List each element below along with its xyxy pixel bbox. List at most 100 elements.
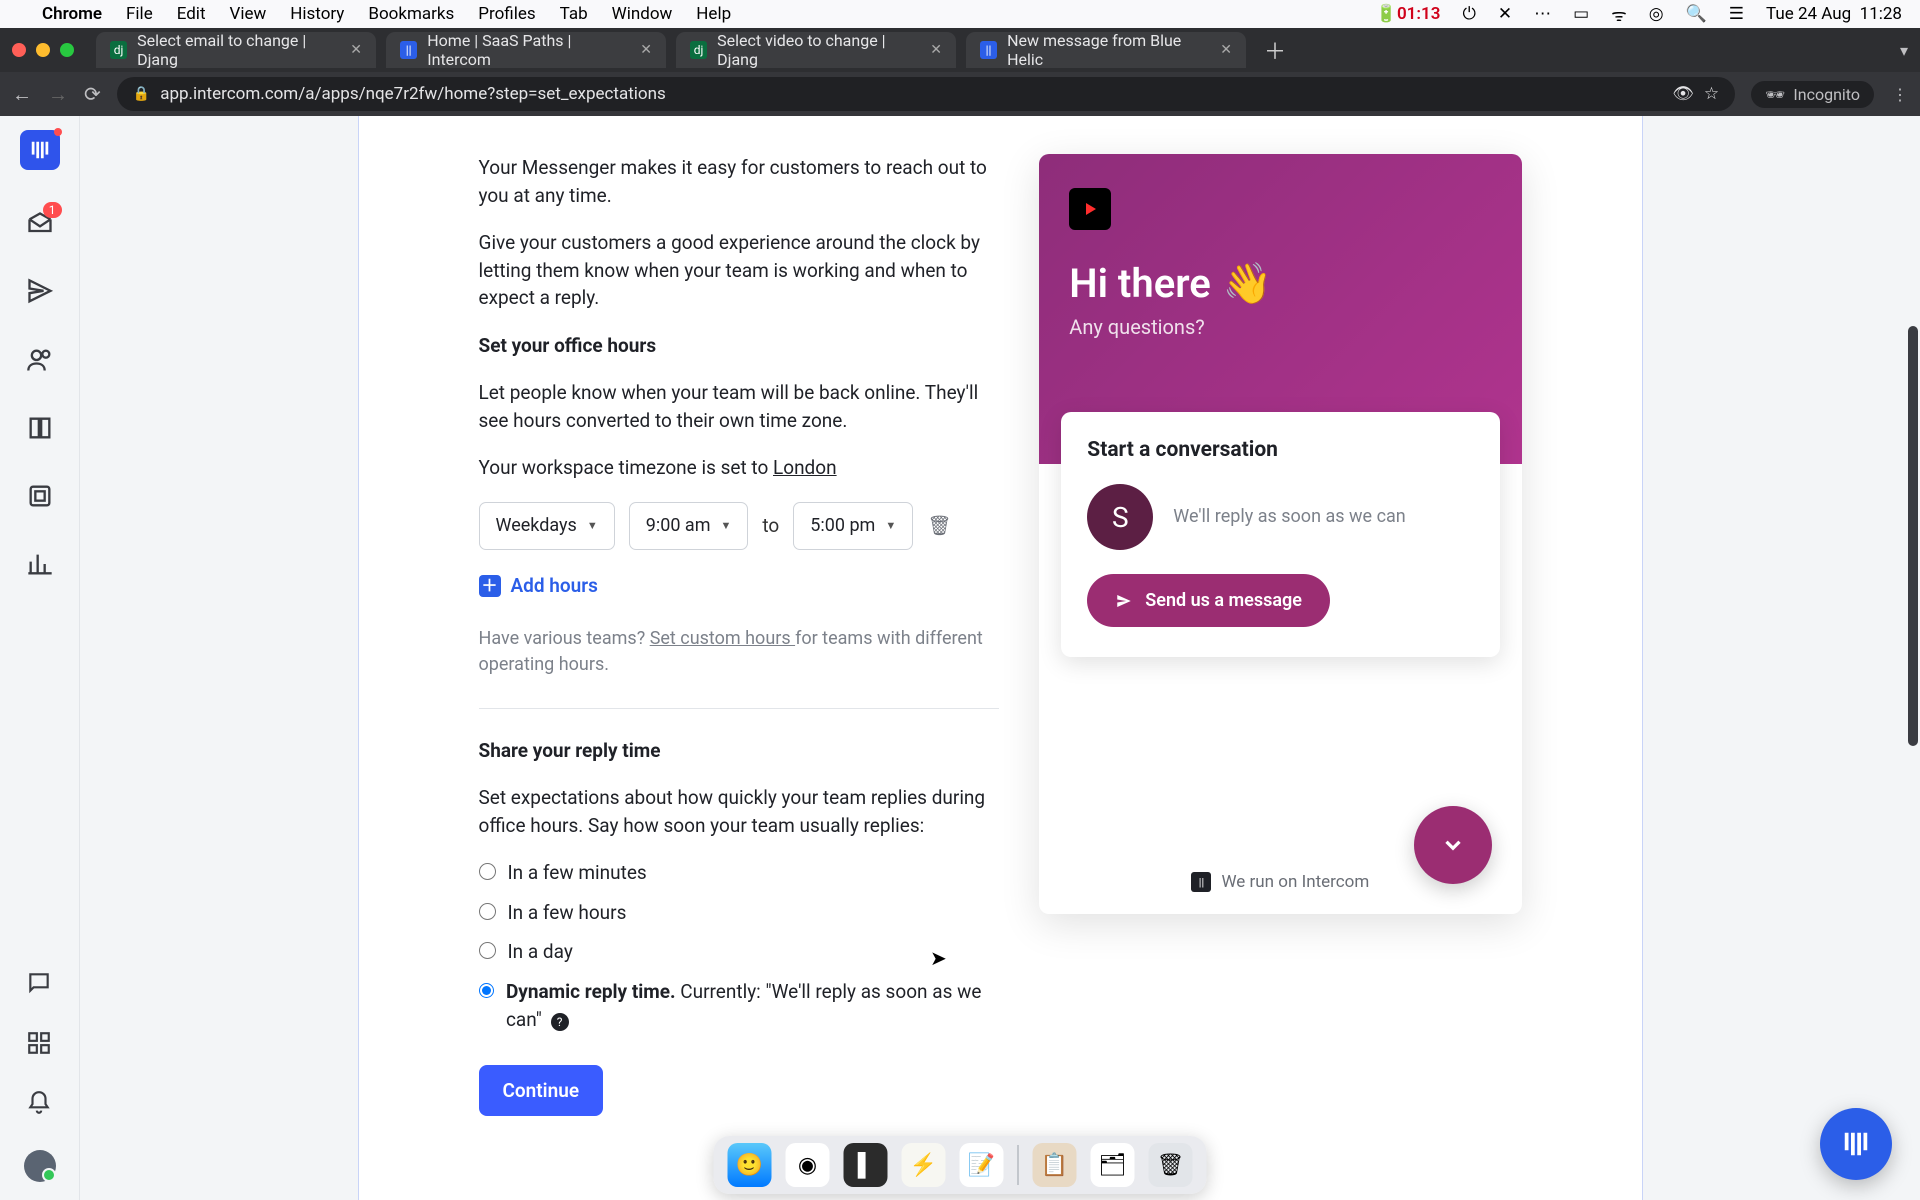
clock-date[interactable]: Tue 24 Aug 11:28 — [1766, 4, 1902, 24]
close-tab-icon[interactable]: ✕ — [640, 42, 652, 58]
minimize-window[interactable] — [36, 43, 50, 57]
menu-history[interactable]: History — [290, 4, 344, 24]
preview-collapse-button[interactable] — [1414, 806, 1492, 884]
window-controls — [12, 43, 74, 57]
dock-finder[interactable]: 🙂 — [728, 1143, 772, 1187]
wave-icon: 👋 — [1223, 260, 1273, 307]
star-icon[interactable]: ☆ — [1704, 84, 1719, 104]
nav-outbound[interactable] — [26, 278, 54, 306]
office-hours-heading: Set your office hours — [479, 332, 1000, 360]
nav-articles[interactable] — [26, 414, 54, 442]
preview-reply-text: We'll reply as soon as we can — [1173, 504, 1405, 529]
favicon-icon: || — [980, 41, 997, 59]
custom-teams-hint: Have various teams? Set custom hours for… — [479, 626, 1000, 678]
setup-form: Your Messenger makes it easy for custome… — [479, 154, 1000, 1160]
incognito-badge[interactable]: 🕶 Incognito — [1751, 81, 1874, 108]
radio-input[interactable] — [479, 942, 496, 959]
radio-in-a-day[interactable]: In a day — [479, 938, 1000, 966]
wifi-icon[interactable]: ᯤ — [1611, 3, 1627, 26]
chevron-down-icon: ▼ — [885, 518, 896, 534]
scrollbar-thumb[interactable] — [1908, 326, 1918, 746]
menu-help[interactable]: Help — [696, 4, 731, 24]
reply-time-heading: Share your reply time — [479, 737, 1000, 765]
new-tab-button[interactable]: ＋ — [1256, 34, 1294, 66]
intercom-logo[interactable] — [20, 130, 60, 170]
menu-profiles[interactable]: Profiles — [478, 4, 535, 24]
nav-avatar[interactable] — [24, 1150, 56, 1182]
intercom-launcher[interactable] — [1820, 1108, 1892, 1180]
timezone-link[interactable]: London — [773, 456, 837, 479]
tab-intercom-home[interactable]: || Home | SaaS Paths | Intercom ✕ — [386, 32, 666, 68]
spotlight-icon[interactable]: 🔍 — [1686, 4, 1707, 24]
address-bar[interactable]: 🔒 app.intercom.com/a/apps/nqe7r2fw/home?… — [117, 77, 1735, 111]
preview-send-button[interactable]: Send us a message — [1087, 574, 1330, 627]
radio-few-minutes[interactable]: In a few minutes — [479, 859, 1000, 887]
continue-button[interactable]: Continue — [479, 1065, 604, 1116]
chevron-down-icon: ▼ — [721, 518, 732, 534]
nav-reports[interactable] — [26, 550, 54, 578]
menu-tab[interactable]: Tab — [560, 4, 588, 24]
dock-notes[interactable]: ⚡ — [902, 1143, 946, 1187]
hours-row: Weekdays ▼ 9:00 am ▼ to 5:00 pm ▼ 🗑 — [479, 502, 1000, 550]
intercom-icon — [1841, 1129, 1871, 1159]
nav-operator[interactable] — [26, 482, 54, 510]
radio-input[interactable] — [479, 982, 494, 999]
nav-messenger[interactable] — [26, 970, 54, 998]
close-tab-icon[interactable]: ✕ — [930, 42, 942, 58]
menu-bookmarks[interactable]: Bookmarks — [368, 4, 454, 24]
menu-file[interactable]: File — [126, 4, 153, 24]
tab-django-video[interactable]: dj Select video to change | Djang ✕ — [676, 32, 956, 68]
nav-apps[interactable] — [26, 1030, 54, 1058]
tab-overflow-icon[interactable]: ▾ — [1900, 41, 1908, 60]
radio-few-hours[interactable]: In a few hours — [479, 899, 1000, 927]
help-icon[interactable]: ? — [551, 1013, 569, 1031]
intro-text: Give your customers a good experience ar… — [479, 229, 1000, 312]
days-dropdown[interactable]: Weekdays ▼ — [479, 502, 615, 550]
nav-inbox[interactable] — [26, 210, 54, 238]
dropdown-value: Weekdays — [496, 513, 577, 539]
eye-off-icon[interactable]: 👁 — [1672, 84, 1694, 104]
intercom-icon: || — [1191, 872, 1211, 892]
menu-window[interactable]: Window — [612, 4, 673, 24]
control-center-icon[interactable]: ◎ — [1649, 4, 1664, 24]
tab-blue-helic[interactable]: || New message from Blue Helic ✕ — [966, 32, 1246, 68]
nav-notifications[interactable] — [26, 1090, 54, 1118]
reload-button[interactable]: ⟳ — [84, 82, 101, 106]
battery-icon[interactable]: ▭ — [1573, 4, 1589, 24]
status-icon[interactable]: ✕ — [1498, 4, 1512, 24]
menu-view[interactable]: View — [230, 4, 267, 24]
chevron-down-icon: ▼ — [587, 518, 598, 534]
radio-input[interactable] — [479, 903, 496, 920]
dock-chrome[interactable]: ◉ — [786, 1143, 830, 1187]
tab-title: New message from Blue Helic — [1007, 31, 1210, 69]
status-icon[interactable]: ⋯ — [1534, 4, 1551, 24]
dock-trash[interactable]: 🗑 — [1149, 1143, 1193, 1187]
delete-hours-icon[interactable]: 🗑 — [927, 512, 951, 540]
close-tab-icon[interactable]: ✕ — [1220, 42, 1232, 58]
forward-button[interactable]: → — [48, 82, 68, 107]
app-menu[interactable]: Chrome — [42, 4, 102, 24]
chrome-menu-icon[interactable]: ⋮ — [1892, 85, 1908, 104]
close-tab-icon[interactable]: ✕ — [350, 42, 362, 58]
custom-hours-link[interactable]: Set custom hours — [650, 628, 795, 649]
dock-app[interactable]: 🗂 — [1091, 1143, 1135, 1187]
dock-notes2[interactable]: 📝 — [960, 1143, 1004, 1187]
dock-terminal[interactable]: ▌ — [844, 1143, 888, 1187]
url-text: app.intercom.com/a/apps/nqe7r2fw/home?st… — [160, 84, 666, 104]
add-hours-button[interactable]: ＋ Add hours — [479, 572, 1000, 600]
tab-django-email[interactable]: dj Select email to change | Djang ✕ — [96, 32, 376, 68]
menu-edit[interactable]: Edit — [177, 4, 206, 24]
close-window[interactable] — [12, 43, 26, 57]
end-time-dropdown[interactable]: 5:00 pm ▼ — [793, 502, 913, 550]
maximize-window[interactable] — [60, 43, 74, 57]
siri-icon[interactable]: ☰ — [1729, 4, 1744, 24]
radio-input[interactable] — [479, 863, 496, 880]
battery-status[interactable]: 🔋01:13 — [1376, 4, 1441, 24]
dock-folder[interactable]: 📋 — [1033, 1143, 1077, 1187]
nav-contacts[interactable] — [26, 346, 54, 374]
radio-dynamic[interactable]: Dynamic reply time. Currently: "We'll re… — [479, 978, 1000, 1033]
status-icon[interactable]: ⏻ — [1462, 4, 1475, 24]
preview-greeting: Hi there 👋 — [1069, 260, 1491, 307]
back-button[interactable]: ← — [12, 82, 32, 107]
start-time-dropdown[interactable]: 9:00 am ▼ — [629, 502, 749, 550]
